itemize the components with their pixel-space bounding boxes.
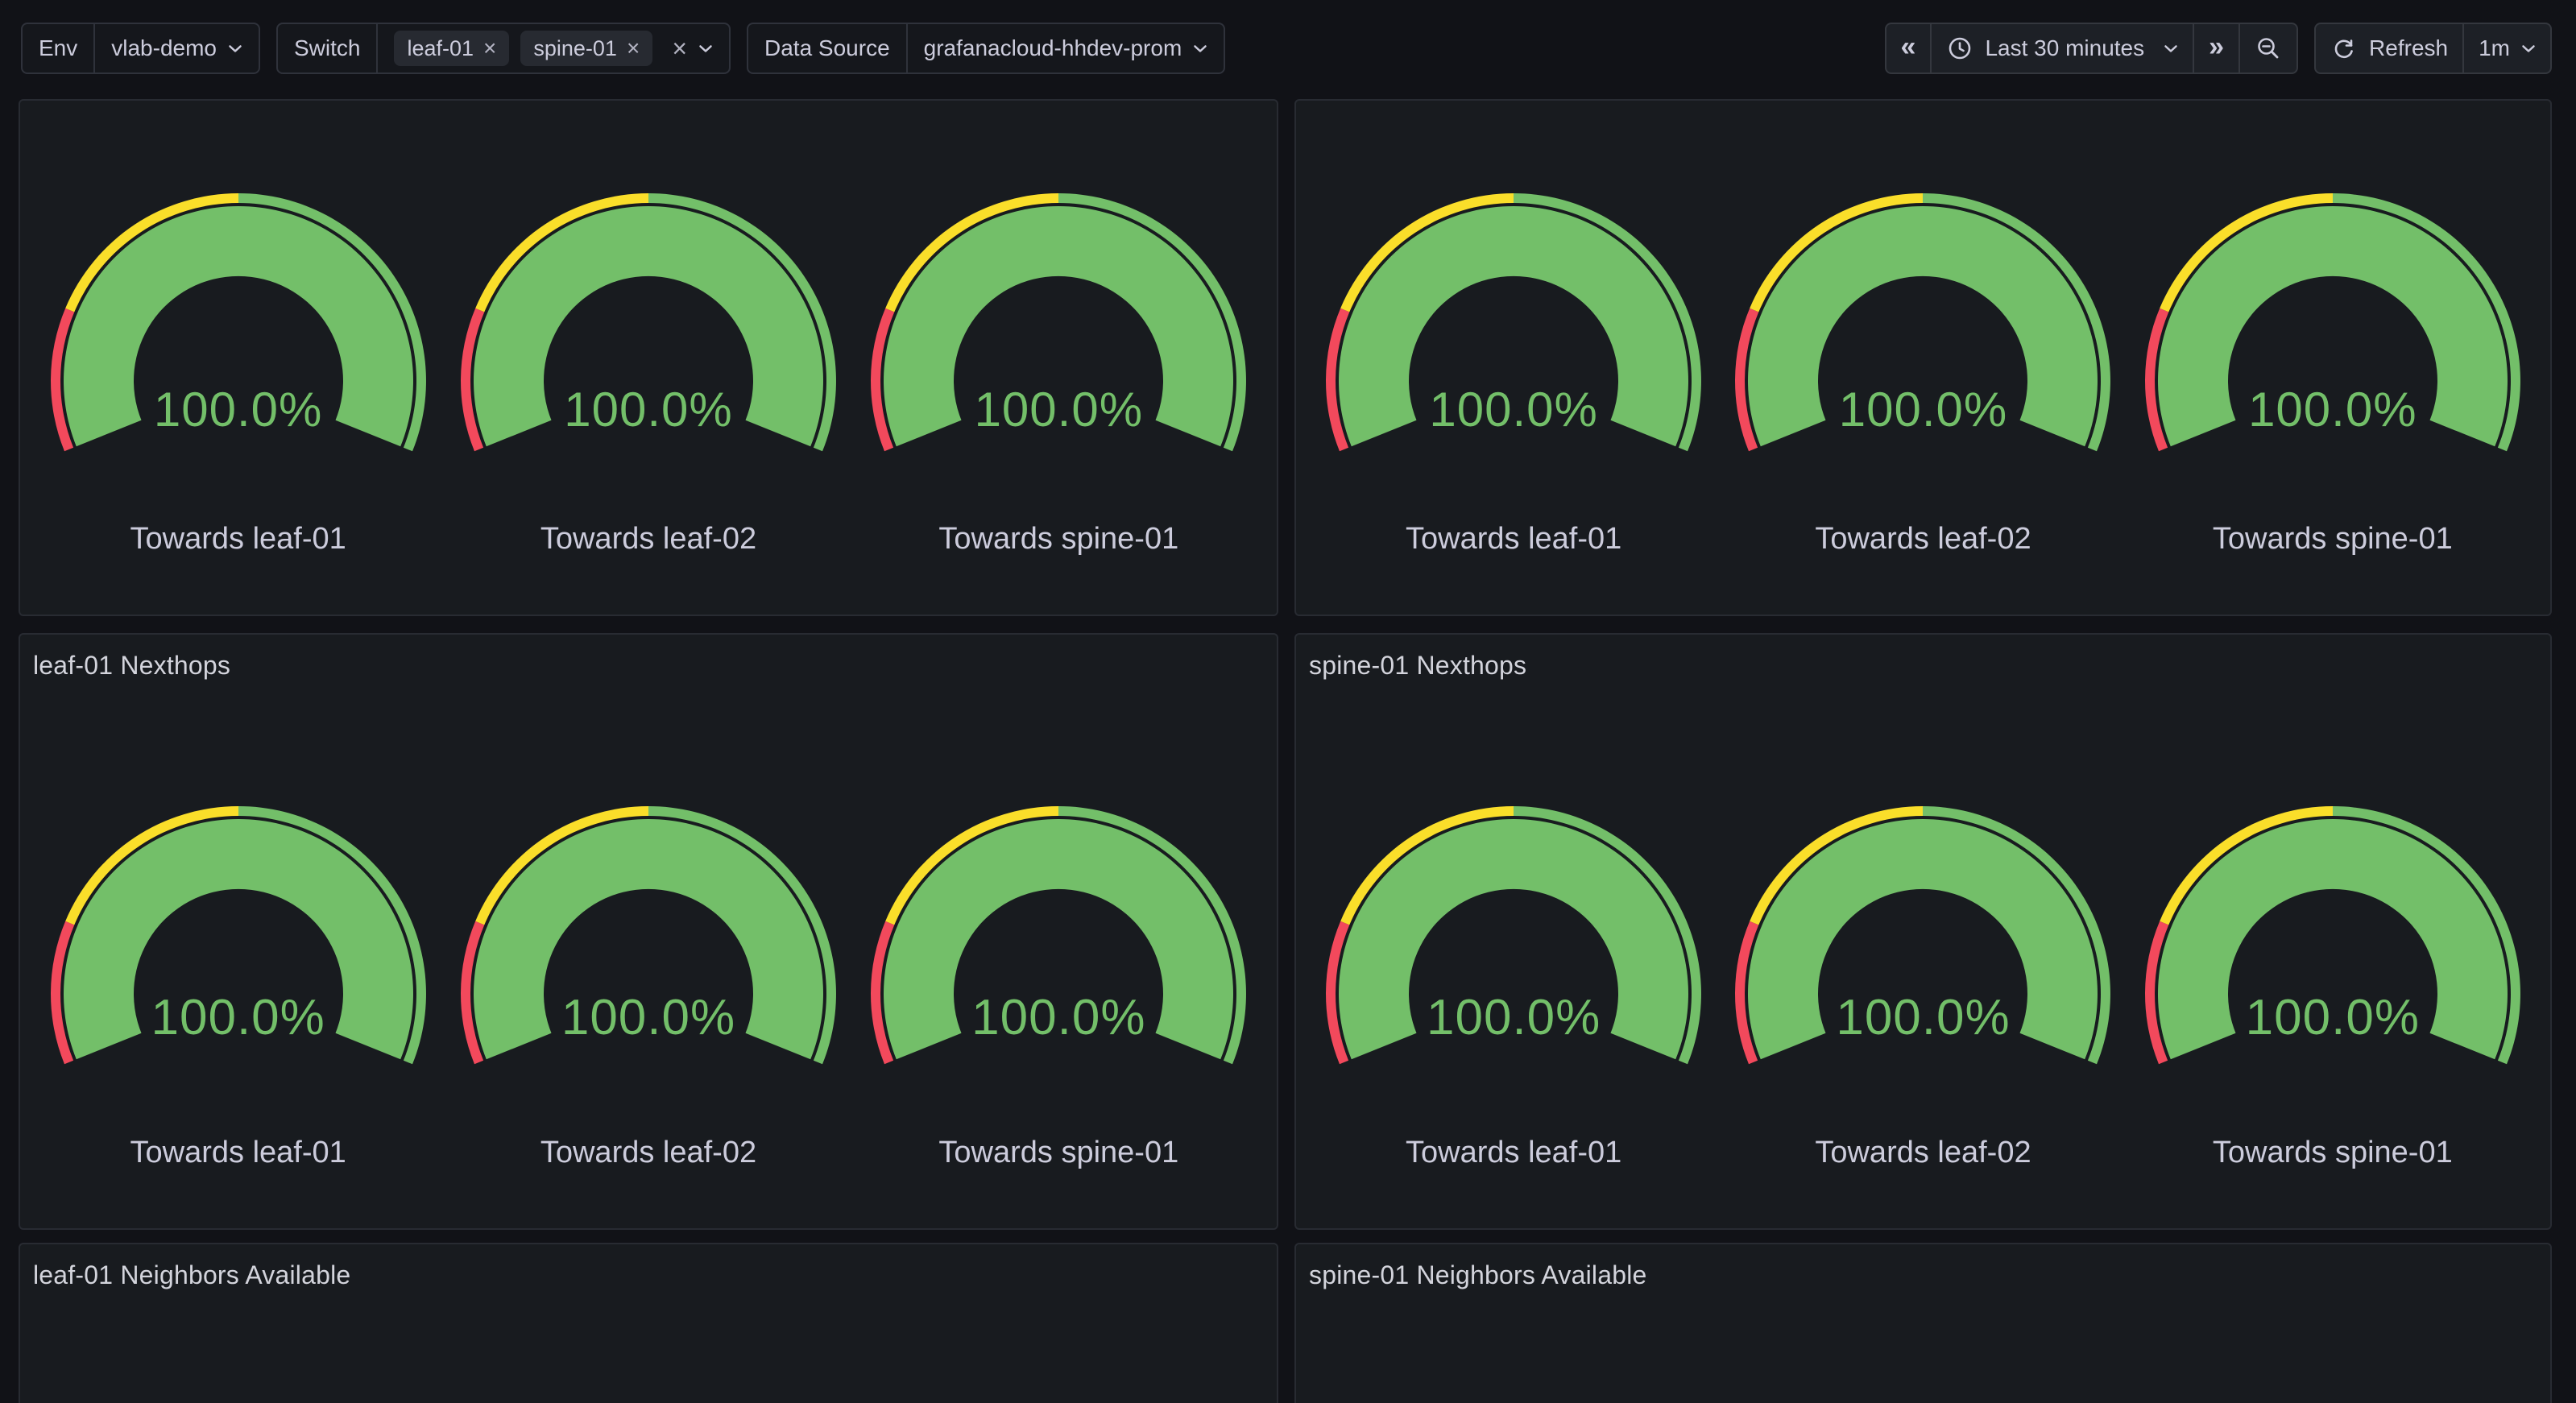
chevron-down-icon <box>2521 44 2536 53</box>
zoom-out-button[interactable] <box>2238 24 2296 72</box>
gauge-row: 100.0% Towards leaf-01 100.0% Towards leaf-… <box>1309 101 2537 615</box>
remove-tag-icon[interactable]: × <box>483 35 496 61</box>
gauge-value: 100.0% <box>854 989 1264 1046</box>
gauge-row: 100.0% Towards leaf-01 100.0% Towards leaf-… <box>1309 635 2537 1228</box>
gauge-row: 100.0% Towards leaf-01 100.0% Towards leaf-… <box>33 101 1264 615</box>
panel-leaf-01-nexthops: leaf-01 Nexthops 100.0%Towards leaf-0110… <box>19 633 1278 1230</box>
gauge: 100.0% Towards spine-01 <box>2128 635 2537 1228</box>
gauge-value: 100.0% <box>443 382 853 437</box>
chevron-down-icon <box>1193 44 1207 53</box>
datasource-value-dropdown[interactable]: grafanacloud-hhdev-prom <box>908 24 1224 72</box>
clock-icon <box>1946 35 1973 62</box>
gauge-label: Towards leaf-01 <box>33 1134 443 1171</box>
datasource-value: grafanacloud-hhdev-prom <box>924 35 1182 61</box>
panel-header[interactable]: spine-01 Neighbors Available <box>1296 1244 2550 1306</box>
datasource-variable-control: Data Source grafanacloud-hhdev-prom <box>747 23 1225 74</box>
switch-tag-spine-01[interactable]: spine-01 × <box>520 31 652 66</box>
panel-spine-01-neighbors-available: spine-01 Neighbors Available <box>1294 1243 2552 1403</box>
refresh-interval-value: 1m <box>2479 35 2510 61</box>
remove-tag-icon[interactable]: × <box>627 35 640 61</box>
gauge: 100.0% Towards spine-01 <box>854 101 1264 615</box>
env-label: Env <box>23 24 95 72</box>
time-controls: « Last 30 minutes » <box>1885 23 2552 74</box>
gauge: 100.0% Towards spine-01 <box>2128 101 2537 615</box>
gauge: 100.0% Towards leaf-02 <box>443 635 853 1228</box>
gauge-value: 100.0% <box>2128 989 2537 1046</box>
gauge-value: 100.0% <box>1718 989 2127 1046</box>
variable-filters: Env vlab-demo Switch leaf-01 × spine-01 … <box>21 23 1225 74</box>
refresh-interval-dropdown[interactable]: 1m <box>2462 24 2550 72</box>
panel-leaf-01-neighbors-available: leaf-01 Neighbors Available <box>19 1243 1278 1403</box>
gauge-label: Towards leaf-01 <box>1309 1134 1718 1171</box>
env-value: vlab-demo <box>111 35 217 61</box>
datasource-label: Data Source <box>748 24 908 72</box>
time-range-text: Last 30 minutes <box>1985 35 2144 61</box>
chevron-down-icon <box>228 44 242 53</box>
tag-text: leaf-01 <box>407 36 474 61</box>
double-chevron-left-icon: « <box>1901 33 1916 64</box>
refresh-button[interactable]: Refresh <box>2316 24 2462 72</box>
panel-title: spine-01 Neighbors Available <box>1309 1260 1647 1290</box>
gauge: 100.0% Towards leaf-01 <box>33 101 443 615</box>
switch-variable-control: Switch leaf-01 × spine-01 × × <box>276 23 731 74</box>
time-back-button[interactable]: « <box>1886 24 1931 72</box>
dashboard-toolbar: Env vlab-demo Switch leaf-01 × spine-01 … <box>0 0 2576 97</box>
panel-header[interactable]: leaf-01 Neighbors Available <box>20 1244 1277 1306</box>
gauge-label: Towards leaf-01 <box>33 520 443 557</box>
double-chevron-right-icon: » <box>2209 33 2224 64</box>
zoom-out-icon <box>2255 35 2282 62</box>
gauge-row: 100.0% Towards leaf-01 100.0% Towards leaf-… <box>33 635 1264 1228</box>
gauge-label: Towards spine-01 <box>854 520 1264 557</box>
env-variable-control: Env vlab-demo <box>21 23 260 74</box>
gauge-value: 100.0% <box>1309 989 1718 1046</box>
gauge: 100.0% Towards leaf-02 <box>1718 635 2127 1228</box>
gauge-value: 100.0% <box>1309 382 1718 437</box>
gauge: 100.0% Towards leaf-01 <box>1309 101 1718 615</box>
gauge: 100.0% Towards leaf-01 <box>33 635 443 1228</box>
chevron-down-icon <box>698 44 713 53</box>
time-range-picker[interactable]: Last 30 minutes <box>1930 24 2193 72</box>
gauge-label: Towards leaf-01 <box>1309 520 1718 557</box>
time-picker-group: « Last 30 minutes » <box>1885 23 2299 74</box>
chevron-down-icon <box>2164 44 2178 53</box>
gauge-value: 100.0% <box>33 382 443 437</box>
gauge-label: Towards leaf-02 <box>1718 520 2127 557</box>
panel-title: leaf-01 Neighbors Available <box>33 1260 350 1290</box>
gauge: 100.0% Towards spine-01 <box>854 635 1264 1228</box>
switch-label: Switch <box>278 24 378 72</box>
gauge-label: Towards leaf-02 <box>1718 1134 2127 1171</box>
gauge-label: Towards spine-01 <box>854 1134 1264 1171</box>
refresh-label: Refresh <box>2369 35 2448 61</box>
time-forward-button[interactable]: » <box>2193 24 2238 72</box>
env-value-dropdown[interactable]: vlab-demo <box>95 24 259 72</box>
switch-value-dropdown[interactable]: leaf-01 × spine-01 × × <box>378 24 729 72</box>
gauge: 100.0% Towards leaf-01 <box>1309 635 1718 1228</box>
panel-row1-right: 100.0% Towards leaf-01 100.0% Towards leaf-… <box>1294 99 2552 616</box>
gauge-value: 100.0% <box>2128 382 2537 437</box>
refresh-icon <box>2330 35 2358 62</box>
tag-text: spine-01 <box>533 36 617 61</box>
gauge-value: 100.0% <box>33 989 443 1046</box>
gauge-label: Towards spine-01 <box>2128 520 2537 557</box>
gauge-label: Towards spine-01 <box>2128 1134 2537 1171</box>
panel-row1-left: 100.0% Towards leaf-01 100.0% Towards leaf-… <box>19 99 1278 616</box>
gauge-value: 100.0% <box>854 382 1264 437</box>
switch-tag-leaf-01[interactable]: leaf-01 × <box>394 31 509 66</box>
gauge-value: 100.0% <box>1718 382 2127 437</box>
gauge-value: 100.0% <box>443 989 853 1046</box>
clear-all-icon[interactable]: × <box>672 34 687 64</box>
gauge: 100.0% Towards leaf-02 <box>1718 101 2127 615</box>
gauge-label: Towards leaf-02 <box>443 1134 853 1171</box>
panel-spine-01-nexthops: spine-01 Nexthops 100.0%Towards leaf-011… <box>1294 633 2552 1230</box>
refresh-group: Refresh 1m <box>2314 23 2552 74</box>
gauge-label: Towards leaf-02 <box>443 520 853 557</box>
gauge: 100.0% Towards leaf-02 <box>443 101 853 615</box>
